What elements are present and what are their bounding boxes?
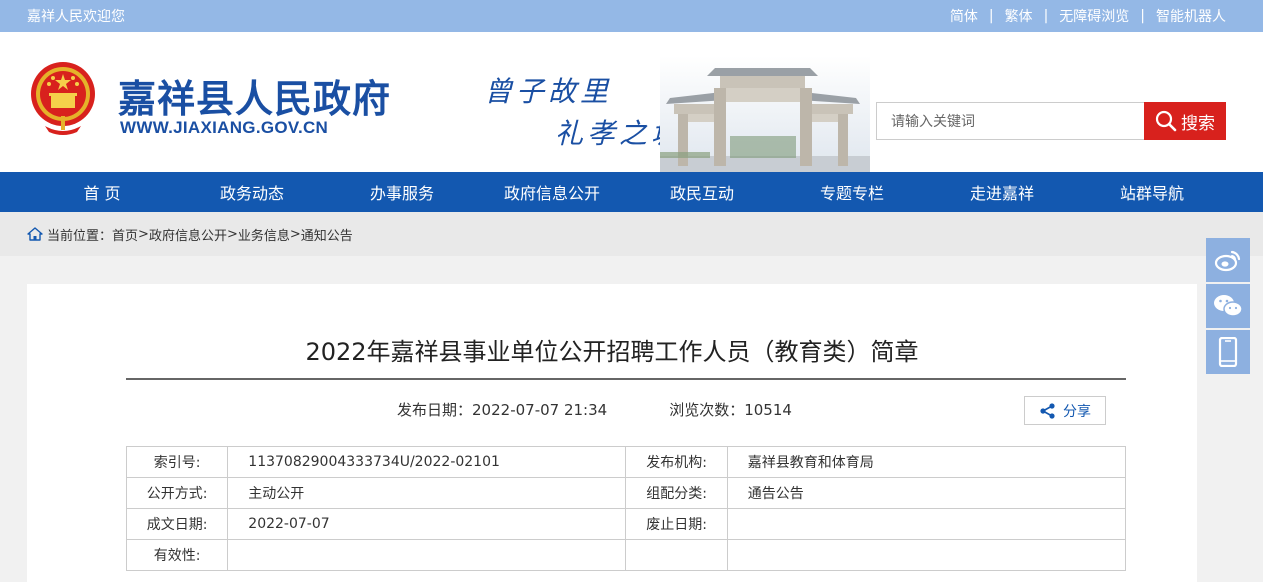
index-number-label: 索引号:: [125, 446, 229, 478]
nav-item-services[interactable]: 办事服务: [327, 172, 477, 212]
article-meta: 发布日期：2022-07-07 21:34 浏览次数：10514: [397, 399, 792, 420]
top-bar: 嘉祥人民欢迎您 简体 | 繁体 | 无障碍浏览 | 智能机器人: [0, 0, 1263, 32]
breadcrumb-business-info[interactable]: 业务信息: [238, 225, 290, 244]
separator: |: [1043, 8, 1049, 24]
nav-item-home[interactable]: 首 页: [27, 172, 177, 212]
separator: |: [988, 8, 994, 24]
breadcrumb-notices[interactable]: 通知公告: [301, 225, 353, 244]
side-toolbar: [1206, 238, 1250, 374]
written-date-value: 2022-07-07: [227, 508, 627, 540]
weibo-button[interactable]: [1206, 238, 1250, 282]
validity-value: [227, 539, 627, 571]
share-icon: [1040, 402, 1055, 419]
article-title: 2022年嘉祥县事业单位公开招聘工作人员（教育类）简章: [305, 338, 919, 366]
breadcrumb-separator: >: [289, 226, 301, 242]
nav-item-special-topics[interactable]: 专题专栏: [777, 172, 927, 212]
wechat-button[interactable]: [1206, 284, 1250, 328]
repeal-date-value: [726, 508, 1127, 540]
welcome-text: 嘉祥人民欢迎您: [27, 9, 125, 25]
home-icon: [27, 227, 43, 241]
top-links: 简体 | 繁体 | 无障碍浏览 | 智能机器人: [950, 6, 1226, 26]
title-divider: [126, 378, 1126, 380]
index-number-value: 11370829004333734U/2022-02101: [227, 446, 627, 478]
breadcrumb: 当前位置： 首页 > 政府信息公开 > 业务信息 > 通知公告: [0, 212, 1263, 256]
traditional-chinese-link[interactable]: 繁体: [1005, 6, 1033, 26]
publish-date: 发布日期：2022-07-07 21:34: [397, 399, 607, 420]
article-panel: 2022年嘉祥县事业单位公开招聘工作人员（教育类）简章 发布日期：2022-07…: [27, 284, 1197, 582]
view-count-value: 10514: [744, 401, 792, 419]
robot-link[interactable]: 智能机器人: [1156, 6, 1226, 26]
search-icon: [1155, 110, 1177, 132]
repeal-date-label: 废止日期:: [625, 508, 728, 540]
site-header: 嘉祥县人民政府 WWW.JIAXIANG.GOV.CN 曾子故里 礼孝之城 请输…: [0, 32, 1263, 172]
disclosure-method-value: 主动公开: [227, 477, 627, 509]
search-button-label: 搜索: [1181, 113, 1215, 134]
written-date-label: 成文日期:: [125, 508, 229, 540]
nav-item-interaction[interactable]: 政民互动: [627, 172, 777, 212]
nav-item-site-navigation[interactable]: 站群导航: [1077, 172, 1227, 212]
nav-item-about-jiaxiang[interactable]: 走进嘉祥: [927, 172, 1077, 212]
disclosure-method-label: 公开方式:: [125, 477, 229, 509]
simplified-chinese-link[interactable]: 简体: [950, 6, 978, 26]
mobile-icon: [1218, 337, 1238, 367]
table-row: 索引号: 11370829004333734U/2022-02101 发布机构:…: [125, 446, 1127, 478]
breadcrumb-home[interactable]: 首页: [112, 225, 138, 244]
publish-date-label: 发布日期：: [397, 401, 473, 419]
separator: |: [1140, 8, 1145, 24]
empty-value: [726, 539, 1127, 571]
share-button[interactable]: 分享: [1024, 396, 1106, 425]
validity-label: 有效性:: [125, 539, 229, 571]
category-value: 通告公告: [726, 477, 1127, 509]
search-box: 搜索: [876, 102, 1226, 140]
nav-item-government-news[interactable]: 政务动态: [177, 172, 327, 212]
breadcrumb-separator: >: [226, 226, 238, 242]
wechat-icon: [1214, 295, 1243, 317]
breadcrumb-separator: >: [138, 226, 149, 242]
publish-date-value: 2022-07-07 21:34: [472, 401, 608, 419]
share-label: 分享: [1063, 403, 1091, 420]
site-title[interactable]: 嘉祥县人民政府: [118, 68, 391, 123]
view-count-label: 浏览次数：: [669, 401, 745, 419]
empty-label: [625, 539, 728, 571]
search-button[interactable]: 搜索: [1144, 102, 1226, 140]
table-row: 公开方式: 主动公开 组配分类: 通告公告: [125, 477, 1127, 509]
view-count: 浏览次数：10514: [669, 399, 792, 420]
publisher-value: 嘉祥县教育和体育局: [726, 446, 1127, 478]
nav-item-info-disclosure[interactable]: 政府信息公开: [477, 172, 627, 212]
publisher-label: 发布机构:: [625, 446, 728, 478]
mobile-button[interactable]: [1206, 330, 1250, 374]
site-url: WWW.JIAXIANG.GOV.CN: [120, 118, 329, 137]
info-table: 索引号: 11370829004333734U/2022-02101 发布机构:…: [125, 446, 1127, 571]
national-emblem-icon[interactable]: [27, 56, 99, 136]
weibo-icon: [1214, 250, 1241, 272]
category-label: 组配分类:: [625, 477, 728, 509]
breadcrumb-prefix: 当前位置：: [47, 228, 113, 244]
slogan-line1: 曾子故里: [484, 75, 613, 108]
main-nav: 首 页 政务动态 办事服务 政府信息公开 政民互动 专题专栏 走进嘉祥 站群导航: [0, 172, 1263, 212]
accessibility-link[interactable]: 无障碍浏览: [1059, 6, 1129, 26]
search-input[interactable]: [876, 102, 1144, 140]
memorial-archway-image: [660, 56, 870, 172]
table-row: 成文日期: 2022-07-07 废止日期:: [125, 508, 1127, 540]
table-row: 有效性:: [125, 539, 1127, 571]
breadcrumb-info-disclosure[interactable]: 政府信息公开: [149, 225, 227, 244]
